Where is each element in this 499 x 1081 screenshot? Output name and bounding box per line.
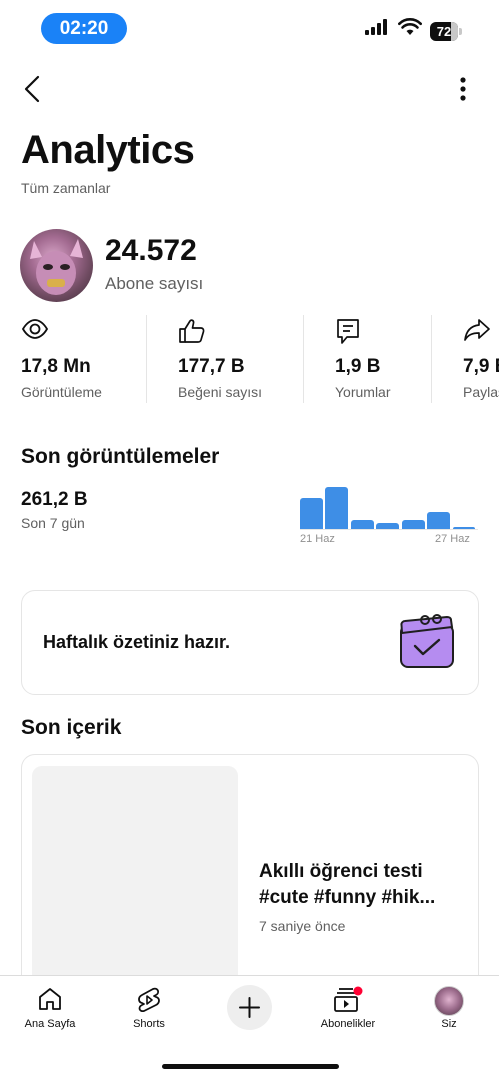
nav-you[interactable]: Siz xyxy=(409,976,489,1036)
chart-bar xyxy=(401,519,425,529)
page-title: Analytics xyxy=(21,128,195,172)
chart-bar xyxy=(325,487,349,529)
views-bar-chart[interactable] xyxy=(300,483,478,530)
nav-label: Ana Sayfa xyxy=(24,1018,76,1030)
subscriber-label: Abone sayısı xyxy=(105,274,204,293)
home-icon xyxy=(39,988,61,1010)
more-options-button[interactable] xyxy=(452,74,474,104)
stat-value: 177,7 B xyxy=(178,356,245,377)
nav-shorts[interactable]: Shorts xyxy=(109,976,189,1036)
cellular-signal-icon xyxy=(365,19,387,35)
chart-bar xyxy=(427,511,451,529)
recent-views-value: 261,2 B xyxy=(21,489,88,510)
subscriber-count: 24.572 xyxy=(105,234,197,267)
stat-label: Görüntüleme xyxy=(21,384,102,400)
recent-views-title: Son görüntülemeler xyxy=(21,445,220,468)
battery-tip xyxy=(459,28,462,35)
nav-subscriptions[interactable]: Abonelikler xyxy=(308,976,388,1036)
weekly-summary-card[interactable]: Haftalık özetiniz hazır. xyxy=(21,590,479,695)
battery-level: 72 xyxy=(436,24,452,39)
chart-bar xyxy=(300,498,323,529)
chart-bar xyxy=(350,519,374,529)
stat-value: 1,9 B xyxy=(335,356,381,377)
status-time: 02:20 xyxy=(41,13,127,44)
stat-value: 7,9 B xyxy=(463,356,499,377)
plus-icon xyxy=(239,997,260,1018)
comment-icon xyxy=(337,319,359,344)
video-title[interactable]: Akıllı öğrenci testi #cute #funny #hik..… xyxy=(259,859,469,911)
video-thumbnail[interactable] xyxy=(32,766,238,986)
status-bar: 02:20 72 xyxy=(0,0,499,56)
nav-label: Siz xyxy=(441,1018,457,1030)
nav-home[interactable]: Ana Sayfa xyxy=(10,976,90,1036)
nav-label: Shorts xyxy=(133,1018,165,1030)
home-indicator xyxy=(162,1064,339,1069)
thumbs-up-icon xyxy=(179,319,205,343)
back-button[interactable] xyxy=(18,72,46,106)
share-icon xyxy=(464,319,490,341)
nav-label: Abonelikler xyxy=(320,1018,376,1030)
recent-views-period: Son 7 gün xyxy=(21,515,85,531)
clapperboard-check-icon xyxy=(400,614,454,668)
eye-icon xyxy=(21,319,49,339)
stat-value: 17,8 Mn xyxy=(21,356,91,377)
chart-tick-label: 21 Haz xyxy=(300,533,335,545)
stats-row[interactable]: 17,8 Mn Görüntüleme 177,7 B Beğeni sayıs… xyxy=(0,315,499,405)
divider xyxy=(431,315,432,403)
subscriptions-icon xyxy=(334,986,363,1012)
divider xyxy=(303,315,304,403)
avatar xyxy=(434,986,464,1016)
stat-label: Paylaşımlar xyxy=(463,384,499,400)
shorts-icon xyxy=(138,987,160,1013)
channel-avatar[interactable] xyxy=(20,229,93,302)
weekly-summary-text: Haftalık özetiniz hazır. xyxy=(43,632,231,652)
battery-icon: 72 xyxy=(430,22,458,41)
chart-bar xyxy=(452,526,476,529)
stat-label: Beğeni sayısı xyxy=(178,384,263,400)
avatar-image xyxy=(30,239,83,295)
chart-bar xyxy=(376,522,400,529)
divider xyxy=(146,315,147,403)
wifi-icon xyxy=(398,18,422,35)
recent-content-title: Son içerik xyxy=(21,716,122,739)
stat-label: Yorumlar xyxy=(335,384,391,400)
chart-tick-label: 27 Haz xyxy=(435,533,470,545)
video-time-ago: 7 saniye önce xyxy=(259,918,346,934)
create-button[interactable] xyxy=(227,985,272,1030)
page-subtitle: Tüm zamanlar xyxy=(21,180,111,196)
